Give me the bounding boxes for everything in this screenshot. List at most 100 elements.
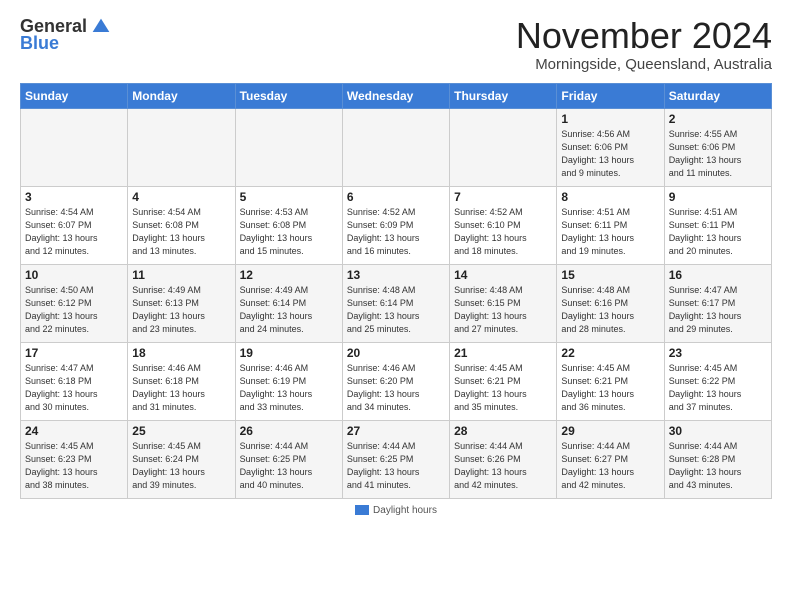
- header-cell-friday: Friday: [557, 83, 664, 108]
- day-cell: 3Sunrise: 4:54 AM Sunset: 6:07 PM Daylig…: [21, 186, 128, 264]
- day-number: 22: [561, 346, 659, 360]
- day-number: 24: [25, 424, 123, 438]
- day-cell: 24 Sunrise: 4:45 AM Sunset: 6:23 PM Dayli…: [21, 420, 128, 498]
- day-info: Sunrise: 4:48 AM Sunset: 6:14 PM Dayligh…: [347, 284, 445, 336]
- day-info: Sunrise: 4:48 AM Sunset: 6:15 PM Dayligh…: [454, 284, 552, 336]
- day-cell: 1 Sunrise: 4:56 AM Sunset: 6:06 PM Daylig…: [557, 108, 664, 186]
- day-info: Sunrise: 4:44 AM Sunset: 6:28 PM Dayligh…: [669, 440, 767, 492]
- day-number: 1: [561, 112, 659, 126]
- day-info: Sunrise: 4:55 AM Sunset: 6:06 PM Dayligh…: [669, 128, 767, 180]
- day-number: 27: [347, 424, 445, 438]
- day-info: Sunrise: 4:47 AM Sunset: 6:18 PM Dayligh…: [25, 362, 123, 414]
- day-number: 5: [240, 190, 338, 204]
- title-area: November 2024 Morningside, Queensland, A…: [516, 16, 772, 73]
- day-info: Sunrise: 4:45 AM Sunset: 6:22 PM Dayligh…: [669, 362, 767, 414]
- day-info: Sunrise: 4:47 AM Sunset: 6:17 PM Dayligh…: [669, 284, 767, 336]
- legend-box: [355, 505, 369, 515]
- day-number: 14: [454, 268, 552, 282]
- day-cell: 9 Sunrise: 4:51 AM Sunset: 6:11 PM Daylig…: [664, 186, 771, 264]
- day-info: Sunrise: 4:51 AM Sunset: 6:11 PM Dayligh…: [669, 206, 767, 258]
- header-cell-thursday: Thursday: [450, 83, 557, 108]
- day-cell: [235, 108, 342, 186]
- day-cell: 5 Sunrise: 4:53 AM Sunset: 6:08 PM Daylig…: [235, 186, 342, 264]
- day-info: Sunrise: 4:52 AM Sunset: 6:10 PM Dayligh…: [454, 206, 552, 258]
- day-cell: 16 Sunrise: 4:47 AM Sunset: 6:17 PM Dayli…: [664, 264, 771, 342]
- day-cell: 12 Sunrise: 4:49 AM Sunset: 6:14 PM Dayli…: [235, 264, 342, 342]
- day-number: 6: [347, 190, 445, 204]
- day-info: Sunrise: 4:45 AM Sunset: 6:24 PM Dayligh…: [132, 440, 230, 492]
- day-cell: 6 Sunrise: 4:52 AM Sunset: 6:09 PM Daylig…: [342, 186, 449, 264]
- day-info: Sunrise: 4:49 AM Sunset: 6:13 PM Dayligh…: [132, 284, 230, 336]
- day-cell: 14 Sunrise: 4:48 AM Sunset: 6:15 PM Dayli…: [450, 264, 557, 342]
- day-info: Sunrise: 4:52 AM Sunset: 6:09 PM Dayligh…: [347, 206, 445, 258]
- month-title: November 2024: [516, 16, 772, 56]
- day-cell: 26 Sunrise: 4:44 AM Sunset: 6:25 PM Dayli…: [235, 420, 342, 498]
- week-row-3: 10Sunrise: 4:50 AM Sunset: 6:12 PM Dayli…: [21, 264, 772, 342]
- calendar-body: 1 Sunrise: 4:56 AM Sunset: 6:06 PM Daylig…: [21, 108, 772, 498]
- week-row-4: 17Sunrise: 4:47 AM Sunset: 6:18 PM Dayli…: [21, 342, 772, 420]
- day-number: 2: [669, 112, 767, 126]
- day-cell: 21Sunrise: 4:45 AM Sunset: 6:21 PM Dayli…: [450, 342, 557, 420]
- day-info: Sunrise: 4:44 AM Sunset: 6:25 PM Dayligh…: [347, 440, 445, 492]
- day-cell: [21, 108, 128, 186]
- day-cell: 30 Sunrise: 4:44 AM Sunset: 6:28 PM Dayli…: [664, 420, 771, 498]
- day-info: Sunrise: 4:54 AM Sunset: 6:07 PM Dayligh…: [25, 206, 123, 258]
- day-cell: 28 Sunrise: 4:44 AM Sunset: 6:26 PM Dayli…: [450, 420, 557, 498]
- day-cell: 2 Sunrise: 4:55 AM Sunset: 6:06 PM Daylig…: [664, 108, 771, 186]
- day-number: 25: [132, 424, 230, 438]
- day-cell: 25 Sunrise: 4:45 AM Sunset: 6:24 PM Dayli…: [128, 420, 235, 498]
- day-number: 30: [669, 424, 767, 438]
- day-cell: 7 Sunrise: 4:52 AM Sunset: 6:10 PM Daylig…: [450, 186, 557, 264]
- header-cell-tuesday: Tuesday: [235, 83, 342, 108]
- week-row-1: 1 Sunrise: 4:56 AM Sunset: 6:06 PM Daylig…: [21, 108, 772, 186]
- day-number: 11: [132, 268, 230, 282]
- page: General Blue November 2024 Morningside, …: [0, 0, 792, 526]
- day-number: 19: [240, 346, 338, 360]
- day-cell: 20Sunrise: 4:46 AM Sunset: 6:20 PM Dayli…: [342, 342, 449, 420]
- day-info: Sunrise: 4:45 AM Sunset: 6:23 PM Dayligh…: [25, 440, 123, 492]
- day-number: 12: [240, 268, 338, 282]
- day-number: 18: [132, 346, 230, 360]
- day-number: 16: [669, 268, 767, 282]
- day-cell: 11 Sunrise: 4:49 AM Sunset: 6:13 PM Dayli…: [128, 264, 235, 342]
- day-info: Sunrise: 4:46 AM Sunset: 6:18 PM Dayligh…: [132, 362, 230, 414]
- calendar-header: SundayMondayTuesdayWednesdayThursdayFrid…: [21, 83, 772, 108]
- day-number: 29: [561, 424, 659, 438]
- day-info: Sunrise: 4:53 AM Sunset: 6:08 PM Dayligh…: [240, 206, 338, 258]
- day-number: 15: [561, 268, 659, 282]
- day-cell: 19 Sunrise: 4:46 AM Sunset: 6:19 PM Dayli…: [235, 342, 342, 420]
- day-cell: 23Sunrise: 4:45 AM Sunset: 6:22 PM Dayli…: [664, 342, 771, 420]
- day-info: Sunrise: 4:46 AM Sunset: 6:20 PM Dayligh…: [347, 362, 445, 414]
- day-info: Sunrise: 4:44 AM Sunset: 6:26 PM Dayligh…: [454, 440, 552, 492]
- day-info: Sunrise: 4:56 AM Sunset: 6:06 PM Dayligh…: [561, 128, 659, 180]
- day-number: 13: [347, 268, 445, 282]
- day-cell: 22 Sunrise: 4:45 AM Sunset: 6:21 PM Dayli…: [557, 342, 664, 420]
- day-cell: [450, 108, 557, 186]
- day-number: 26: [240, 424, 338, 438]
- header-cell-saturday: Saturday: [664, 83, 771, 108]
- day-cell: [128, 108, 235, 186]
- day-cell: 27 Sunrise: 4:44 AM Sunset: 6:25 PM Dayli…: [342, 420, 449, 498]
- header: General Blue November 2024 Morningside, …: [20, 16, 772, 73]
- location-title: Morningside, Queensland, Australia: [516, 56, 772, 73]
- day-cell: 15Sunrise: 4:48 AM Sunset: 6:16 PM Dayli…: [557, 264, 664, 342]
- day-info: Sunrise: 4:49 AM Sunset: 6:14 PM Dayligh…: [240, 284, 338, 336]
- legend: Daylight hours: [355, 505, 437, 516]
- day-number: 7: [454, 190, 552, 204]
- day-number: 28: [454, 424, 552, 438]
- day-info: Sunrise: 4:44 AM Sunset: 6:25 PM Dayligh…: [240, 440, 338, 492]
- header-row: SundayMondayTuesdayWednesdayThursdayFrid…: [21, 83, 772, 108]
- day-number: 9: [669, 190, 767, 204]
- day-number: 4: [132, 190, 230, 204]
- day-cell: 8Sunrise: 4:51 AM Sunset: 6:11 PM Daylig…: [557, 186, 664, 264]
- day-info: Sunrise: 4:44 AM Sunset: 6:27 PM Dayligh…: [561, 440, 659, 492]
- day-number: 8: [561, 190, 659, 204]
- header-cell-monday: Monday: [128, 83, 235, 108]
- day-cell: 4Sunrise: 4:54 AM Sunset: 6:08 PM Daylig…: [128, 186, 235, 264]
- day-info: Sunrise: 4:46 AM Sunset: 6:19 PM Dayligh…: [240, 362, 338, 414]
- logo-blue: Blue: [20, 33, 59, 54]
- legend-label: Daylight hours: [373, 505, 437, 516]
- day-number: 21: [454, 346, 552, 360]
- day-cell: [342, 108, 449, 186]
- day-info: Sunrise: 4:45 AM Sunset: 6:21 PM Dayligh…: [561, 362, 659, 414]
